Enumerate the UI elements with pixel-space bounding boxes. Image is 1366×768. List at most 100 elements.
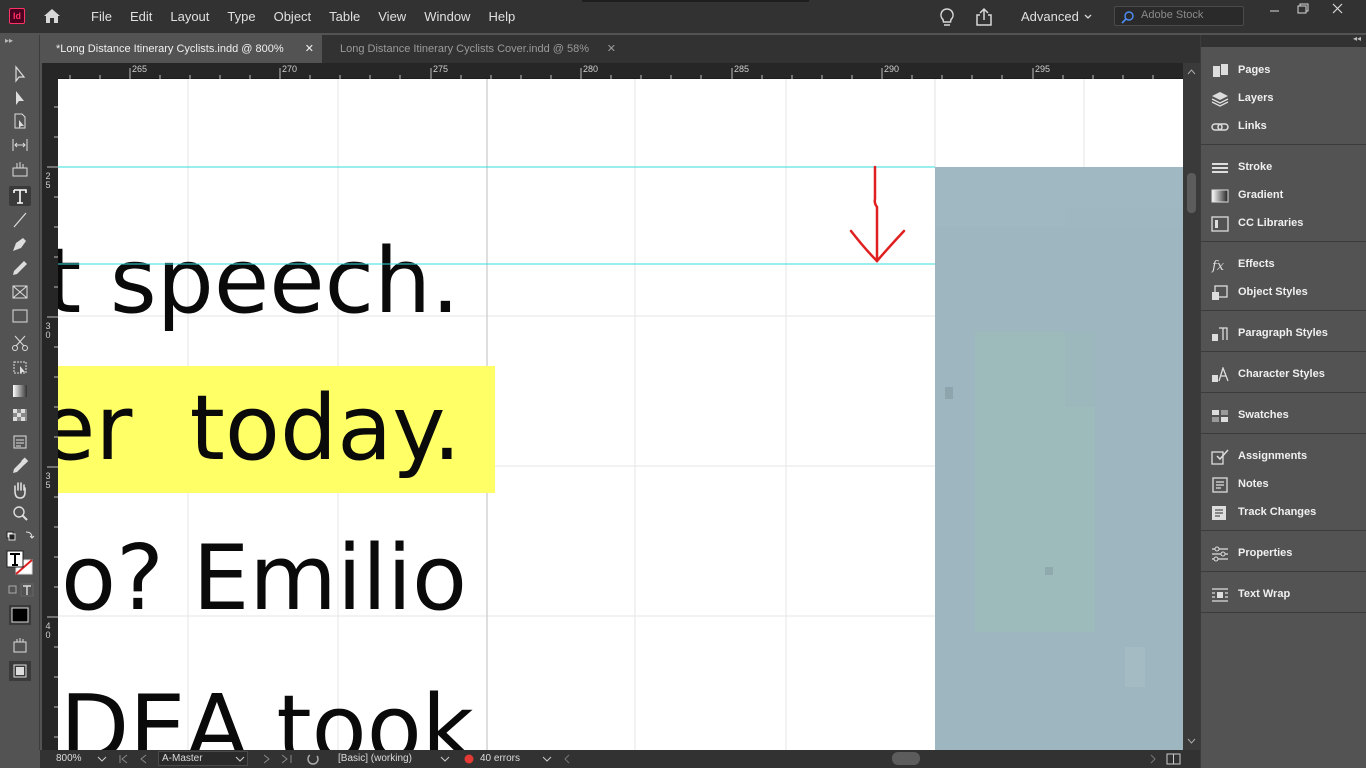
menu-layout[interactable]: Layout [161, 0, 218, 33]
page-tool-icon[interactable] [9, 111, 31, 131]
direct-selection-tool-icon[interactable] [9, 88, 31, 108]
panel-effects[interactable]: fx Effects [1201, 251, 1366, 279]
panel-character-styles[interactable]: Character Styles [1201, 361, 1366, 389]
close-icon[interactable] [1323, 0, 1353, 20]
selection-tool-icon[interactable] [9, 64, 31, 84]
minimize-icon[interactable] [1260, 0, 1290, 20]
panel-swatches[interactable]: Swatches [1201, 402, 1366, 430]
panel-label: Gradient [1238, 189, 1284, 201]
menu-table[interactable]: Table [320, 0, 369, 33]
collapse-panels-icon[interactable]: ◂◂ [1353, 34, 1361, 43]
collapse-toolbar-icon[interactable]: ▸▸ [5, 36, 13, 45]
panel-cc-libraries[interactable]: CC Libraries [1201, 210, 1366, 238]
panel-label: Paragraph Styles [1238, 327, 1328, 339]
workspace-switcher[interactable]: Advanced [1021, 0, 1079, 33]
content-collector-icon[interactable] [9, 159, 31, 179]
panel-object-styles[interactable]: Object Styles [1201, 279, 1366, 307]
gradient-swatch-tool-icon[interactable] [9, 381, 31, 401]
note-tool-icon[interactable] [9, 432, 31, 452]
document-tab-bar: *Long Distance Itinerary Cyclists.indd @… [40, 35, 1200, 63]
horizontal-scroll-thumb[interactable] [892, 752, 920, 765]
panel-dock-header[interactable]: ◂◂ [1201, 34, 1366, 47]
page-selector[interactable]: A-Master [158, 751, 248, 766]
vertical-scrollbar[interactable] [1183, 63, 1200, 750]
panel-notes[interactable]: Notes [1201, 471, 1366, 499]
chevron-down-icon[interactable] [542, 754, 552, 764]
lightbulb-icon[interactable] [936, 6, 958, 28]
document-canvas[interactable]: t speech. er today. io? Emilio DEA took [58, 79, 1183, 750]
split-window-icon[interactable] [1166, 752, 1182, 766]
eyedropper-tool-icon[interactable] [9, 456, 31, 476]
adobe-stock-search[interactable]: Adobe Stock [1114, 6, 1244, 26]
error-count[interactable]: 40 errors [480, 753, 520, 764]
menu-edit[interactable]: Edit [121, 0, 161, 33]
panel-group-separator [1201, 392, 1366, 393]
line-tool-icon[interactable] [9, 210, 31, 230]
panel-paragraph-styles[interactable]: Paragraph Styles [1201, 320, 1366, 348]
restore-icon[interactable] [1288, 0, 1318, 20]
apply-color-icon[interactable] [8, 604, 32, 626]
share-icon[interactable] [973, 6, 995, 28]
scroll-right-icon[interactable] [1148, 753, 1158, 765]
search-placeholder: Adobe Stock [1141, 9, 1204, 21]
scroll-down-icon[interactable] [1183, 734, 1200, 748]
tab-document-itinerary[interactable]: *Long Distance Itinerary Cyclists.indd @… [40, 35, 322, 63]
panel-track-changes[interactable]: Track Changes [1201, 499, 1366, 527]
home-icon[interactable] [42, 6, 62, 26]
preview-mode-icon[interactable] [7, 659, 33, 683]
rectangle-tool-icon[interactable] [9, 306, 31, 326]
scroll-left-icon[interactable] [562, 753, 572, 765]
preflight-profile[interactable]: [Basic] (working) [338, 753, 412, 764]
tab-label: Long Distance Itinerary Cyclists Cover.i… [340, 43, 589, 55]
scissors-tool-icon[interactable] [9, 333, 31, 353]
vertical-ruler[interactable]: 25 30 35 40 [42, 79, 58, 750]
ruler-label: 25 [45, 171, 51, 190]
panel-label: Text Wrap [1238, 588, 1291, 600]
formatting-affects-icon[interactable] [4, 583, 36, 599]
zoom-level[interactable]: 800% [56, 753, 82, 764]
pen-tool-icon[interactable] [9, 234, 31, 254]
panel-group-separator [1201, 530, 1366, 531]
panel-label: Pages [1238, 64, 1271, 76]
hand-tool-icon[interactable] [9, 480, 31, 500]
free-transform-tool-icon[interactable] [9, 357, 31, 377]
panel-label: Notes [1238, 478, 1269, 490]
panel-group-separator [1201, 144, 1366, 145]
panel-stroke[interactable]: Stroke [1201, 154, 1366, 182]
panel-assignments[interactable]: Assignments [1201, 443, 1366, 471]
pencil-tool-icon[interactable] [9, 258, 31, 278]
zoom-tool-icon[interactable] [9, 504, 31, 524]
scroll-up-icon[interactable] [1183, 65, 1200, 79]
panel-properties[interactable]: Properties [1201, 540, 1366, 568]
menu-window[interactable]: Window [415, 0, 479, 33]
menu-help[interactable]: Help [479, 0, 524, 33]
panel-layers[interactable]: Layers [1201, 85, 1366, 113]
menu-view[interactable]: View [369, 0, 415, 33]
vertical-scroll-thumb[interactable] [1187, 173, 1196, 213]
chevron-down-icon[interactable] [97, 754, 107, 764]
close-tab-icon[interactable]: ✕ [607, 35, 616, 63]
type-tool-icon[interactable] [9, 186, 31, 206]
panel-gradient[interactable]: Gradient [1201, 182, 1366, 210]
gap-tool-icon[interactable] [9, 135, 31, 155]
tab-document-cover[interactable]: Long Distance Itinerary Cyclists Cover.i… [324, 35, 624, 63]
screen-mode-icon[interactable] [9, 636, 31, 656]
gradient-feather-tool-icon[interactable] [9, 405, 31, 425]
title-strip [582, 0, 809, 2]
chevron-down-icon[interactable] [1083, 10, 1093, 24]
close-tab-icon[interactable]: ✕ [305, 35, 314, 63]
page-nav-back-icons[interactable] [116, 752, 156, 766]
page-nav-forward-icons[interactable] [258, 752, 298, 766]
menu-object[interactable]: Object [265, 0, 321, 33]
panel-pages[interactable]: Pages [1201, 57, 1366, 85]
fill-stroke-swatch-icon[interactable] [4, 548, 36, 576]
rectangle-frame-tool-icon[interactable] [9, 282, 31, 302]
horizontal-ruler[interactable]: 265 270 275 280 285 290 295 [58, 63, 1183, 79]
default-fill-stroke-icon[interactable] [4, 529, 36, 549]
panel-text-wrap[interactable]: Text Wrap [1201, 581, 1366, 609]
panel-links[interactable]: Links [1201, 113, 1366, 141]
menu-file[interactable]: File [82, 0, 121, 33]
menu-type[interactable]: Type [218, 0, 264, 33]
ruler-origin[interactable] [42, 63, 58, 79]
chevron-down-icon[interactable] [440, 754, 450, 764]
